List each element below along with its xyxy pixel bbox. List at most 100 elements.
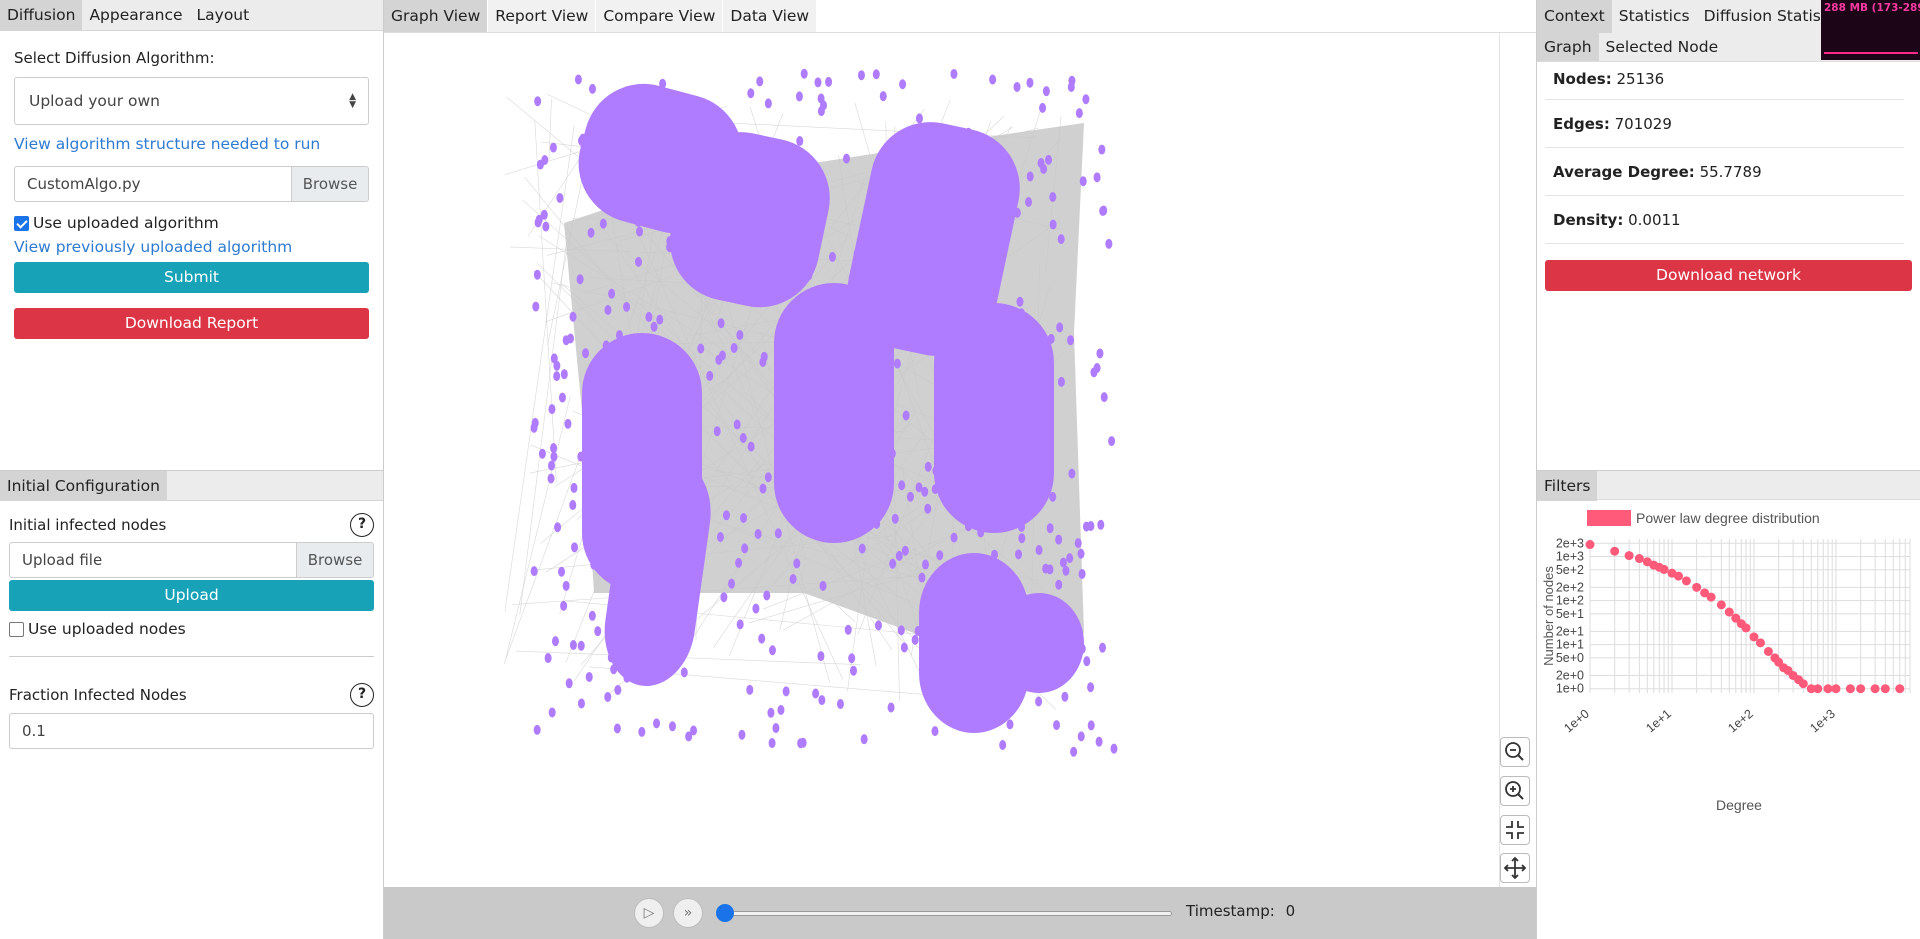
tab-graph[interactable]: Graph xyxy=(1537,33,1599,61)
initial-infected-label: Initial infected nodes xyxy=(9,516,167,534)
help-icon[interactable]: ? xyxy=(350,513,374,537)
y-tick-label: 1e+0 xyxy=(1556,682,1584,696)
y-tick-label: 5e+1 xyxy=(1556,607,1584,621)
zoom-in-icon xyxy=(1505,781,1524,800)
tab-appearance[interactable]: Appearance xyxy=(82,0,189,30)
data-point xyxy=(1831,684,1841,694)
x-tick-label: 1e+1 xyxy=(1643,707,1674,736)
download-network-button[interactable]: Download network xyxy=(1545,260,1912,291)
upload-button[interactable]: Upload xyxy=(9,580,374,611)
tab-data-view[interactable]: Data View xyxy=(723,0,817,32)
select-arrows-icon: ▲ ▼ xyxy=(349,92,356,110)
playback-bar: ▷ » Timestamp: 0 xyxy=(384,887,1536,939)
data-point xyxy=(1880,684,1890,694)
use-uploaded-algorithm-checkbox[interactable]: Use uploaded algorithm xyxy=(14,214,369,232)
tab-compare-view[interactable]: Compare View xyxy=(596,0,723,32)
fast-forward-button[interactable]: » xyxy=(673,898,703,928)
y-tick-label: 2e+1 xyxy=(1556,624,1584,638)
tab-context[interactable]: Context xyxy=(1537,0,1612,33)
data-point xyxy=(1681,576,1691,586)
fraction-infected-input[interactable]: 0.1 xyxy=(9,713,374,749)
algorithm-browse-button[interactable]: Browse xyxy=(291,167,368,201)
algorithm-structure-link[interactable]: View algorithm structure needed to run xyxy=(14,135,369,153)
x-tick-label: 1e+0 xyxy=(1561,707,1592,736)
data-point xyxy=(1856,684,1866,694)
filters-tabbar: Filters xyxy=(1537,470,1920,501)
previous-algorithm-link[interactable]: View previously uploaded algorithm xyxy=(14,238,369,256)
tab-selected-node[interactable]: Selected Node xyxy=(1599,33,1726,61)
tab-statistics[interactable]: Statistics xyxy=(1612,0,1697,33)
stat-label: Average Degree: xyxy=(1553,163,1695,181)
tab-graph-view[interactable]: Graph View xyxy=(384,0,488,32)
network-graph[interactable] xyxy=(384,33,1499,887)
pan-button[interactable] xyxy=(1500,853,1530,883)
initial-config-tabbar: Initial Configuration xyxy=(0,471,383,501)
timeline-track[interactable] xyxy=(724,911,1172,916)
data-point xyxy=(1673,571,1683,581)
data-point xyxy=(1823,684,1833,694)
zoom-out-button[interactable] xyxy=(1500,737,1530,767)
y-tick-label: 1e+1 xyxy=(1556,638,1584,652)
degree-distribution-chart: Power law degree distribution2e+31e+35e+… xyxy=(1541,510,1911,813)
tab-filters[interactable]: Filters xyxy=(1537,471,1598,501)
left-tabbar: Diffusion Appearance Layout xyxy=(0,0,383,31)
data-point xyxy=(1610,546,1620,556)
move-arrows-icon xyxy=(1503,856,1527,880)
tab-layout[interactable]: Layout xyxy=(190,0,257,30)
algorithm-select-value: Upload your own xyxy=(29,92,161,110)
tab-initial-configuration[interactable]: Initial Configuration xyxy=(0,471,167,500)
submit-button[interactable]: Submit xyxy=(14,262,369,293)
fit-view-button[interactable] xyxy=(1500,815,1530,845)
x-tick-label: 1e+3 xyxy=(1807,707,1838,736)
network-graph-canvas[interactable] xyxy=(384,33,1499,887)
right-panel: Context Statistics Diffusion Statistics … xyxy=(1536,0,1920,939)
zoom-out-icon xyxy=(1505,742,1524,761)
data-point xyxy=(1895,684,1905,694)
y-tick-label: 2e+0 xyxy=(1556,668,1584,682)
nodes-file-input[interactable]: Upload file Browse xyxy=(9,542,374,578)
data-point xyxy=(1634,554,1644,564)
y-tick-label: 5e+2 xyxy=(1556,563,1584,577)
select-algorithm-label: Select Diffusion Algorithm: xyxy=(14,49,215,67)
center-panel: Graph View Report View Compare View Data… xyxy=(384,0,1536,939)
stat-value: 55.7789 xyxy=(1699,163,1762,181)
legend-label: Power law degree distribution xyxy=(1636,510,1820,526)
stat-value: 0.0011 xyxy=(1628,211,1681,229)
data-point xyxy=(1585,540,1595,550)
data-point xyxy=(1798,679,1808,689)
tab-diffusion[interactable]: Diffusion xyxy=(0,0,83,30)
memory-text: 288 MB (173-289) xyxy=(1824,2,1920,14)
checkbox-checked-icon[interactable] xyxy=(14,215,29,231)
compress-icon xyxy=(1506,821,1524,839)
y-tick-label: 1e+3 xyxy=(1556,550,1584,564)
left-panel: Diffusion Appearance Layout Select Diffu… xyxy=(0,0,384,939)
nodes-browse-button[interactable]: Browse xyxy=(296,543,373,577)
y-tick-label: 2e+3 xyxy=(1556,536,1584,550)
algorithm-file-name: CustomAlgo.py xyxy=(27,175,141,193)
tab-report-view[interactable]: Report View xyxy=(488,0,596,32)
timeline-slider-thumb[interactable] xyxy=(716,904,734,922)
use-uploaded-nodes-label: Use uploaded nodes xyxy=(28,620,186,638)
data-point xyxy=(1741,623,1751,633)
memory-monitor: 288 MB (173-289) xyxy=(1821,0,1920,60)
timestamp-display: Timestamp: 0 xyxy=(1186,902,1295,920)
data-point xyxy=(1659,564,1669,574)
y-axis-label: Number of nodes xyxy=(1541,566,1556,666)
timestamp-label: Timestamp: xyxy=(1186,902,1275,920)
algorithm-select[interactable]: Upload your own ▲ ▼ xyxy=(14,77,369,125)
data-point xyxy=(1624,551,1634,561)
view-tabbar: Graph View Report View Compare View Data… xyxy=(384,0,1536,33)
nodes-file-placeholder: Upload file xyxy=(22,551,103,569)
help-icon[interactable]: ? xyxy=(350,683,374,707)
zoom-in-button[interactable] xyxy=(1500,776,1530,806)
download-report-button[interactable]: Download Report xyxy=(14,308,369,339)
stat-average-degree: Average Degree: 55.7789 xyxy=(1545,148,1904,196)
play-button[interactable]: ▷ xyxy=(634,898,664,928)
x-axis-label: Degree xyxy=(1716,797,1762,813)
algorithm-file-input[interactable]: CustomAlgo.py Browse xyxy=(14,166,369,202)
app-root: Diffusion Appearance Layout Select Diffu… xyxy=(0,0,1920,939)
timestamp-value: 0 xyxy=(1285,902,1296,920)
checkbox-unchecked-icon[interactable] xyxy=(9,621,24,637)
use-uploaded-nodes-checkbox[interactable]: Use uploaded nodes xyxy=(9,620,374,638)
y-tick-label: 5e+0 xyxy=(1556,651,1584,665)
